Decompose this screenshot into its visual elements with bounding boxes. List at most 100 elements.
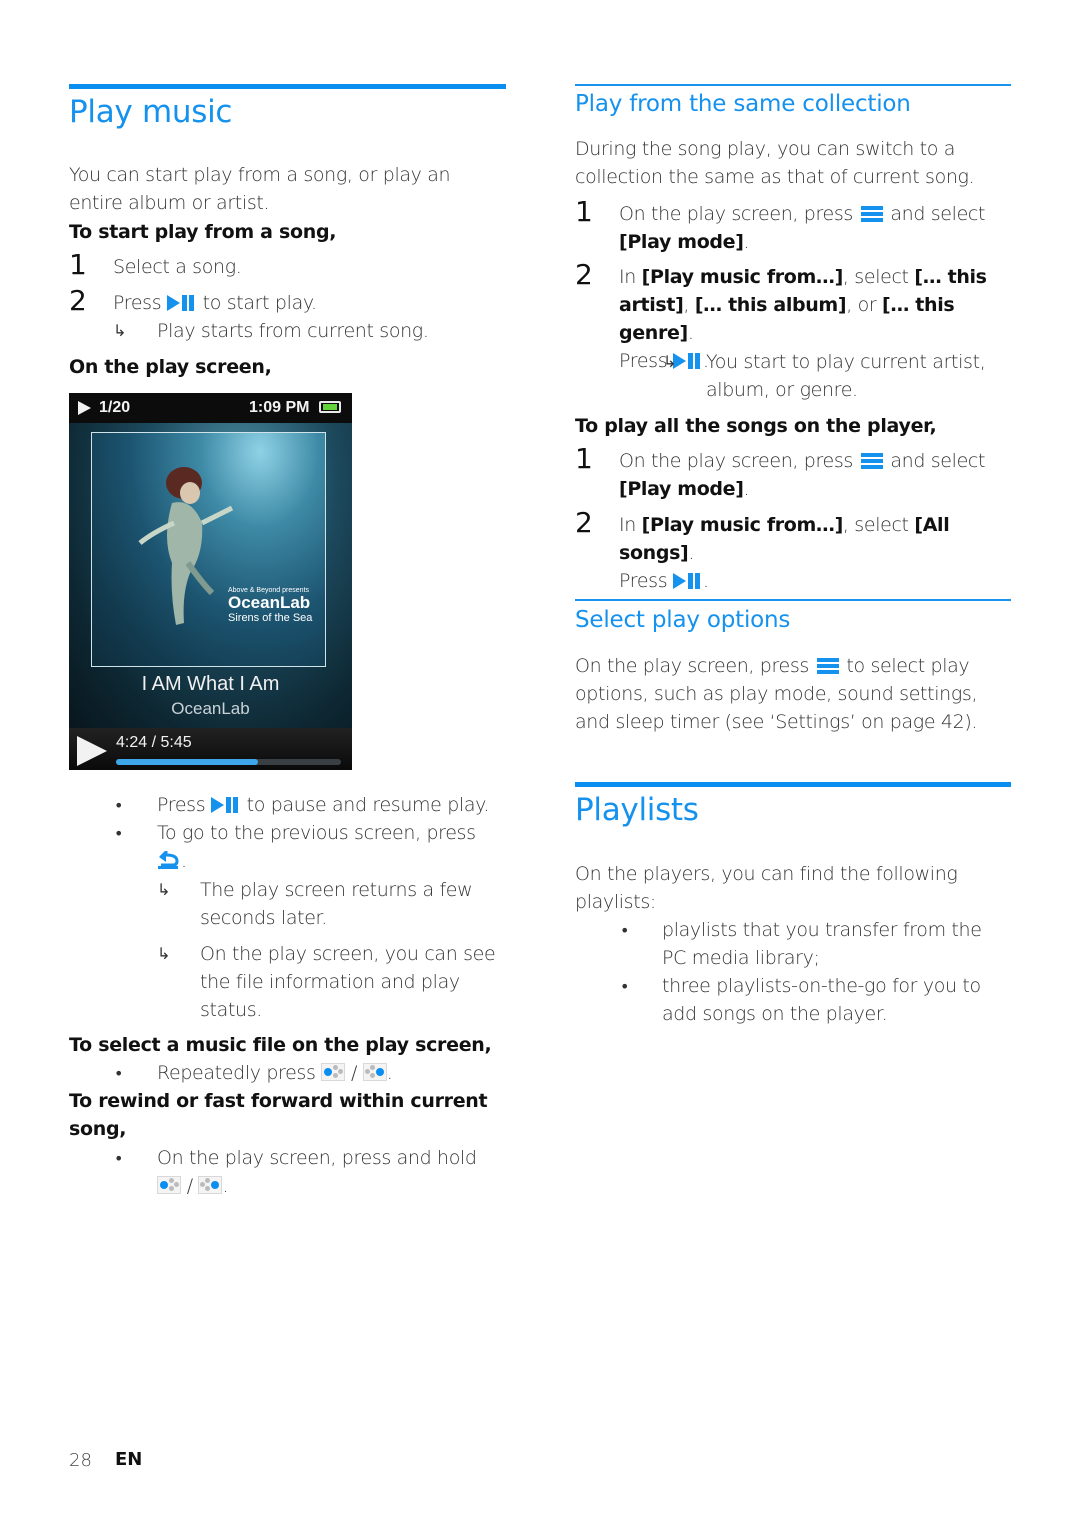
play-pause-icon — [672, 572, 703, 589]
progress-bar — [116, 759, 341, 765]
menu-option-play-mode: [Play mode] — [619, 231, 744, 253]
bullet-icon: • — [620, 921, 630, 940]
bullet-text-before: Repeatedly press — [157, 1062, 316, 1084]
options-paragraph: On the play screen, press to select play… — [575, 652, 995, 736]
step-result: You start to play current artist, album,… — [706, 351, 986, 401]
menu-option-play-mode: [Play mode] — [619, 478, 744, 500]
play-pause-icon — [210, 796, 241, 813]
punct: . — [743, 231, 750, 253]
bullet-icon: • — [114, 1064, 124, 1083]
step-text: On the play screen, press and select [Pl… — [619, 200, 1011, 256]
bullet-icon: • — [114, 824, 124, 843]
start-play-heading: To start play from a song, — [69, 221, 337, 243]
step-text: Press to start play. — [113, 289, 317, 317]
step-number: 2 — [575, 506, 593, 539]
language-code: EN — [115, 1449, 143, 1470]
result-arrow-icon: ↳ — [663, 352, 677, 371]
step-text-after: to start play. — [202, 292, 317, 314]
bullet-icons-line: / . — [157, 1172, 229, 1200]
album-art: Above & Beyond presents OceanLab Sirens … — [91, 432, 326, 667]
text: Press — [619, 350, 668, 372]
section-rule — [575, 84, 1011, 86]
bullet-icon: • — [114, 1149, 124, 1168]
next-icon — [198, 1176, 223, 1194]
previous-icon — [321, 1063, 346, 1081]
device-playback-bar: 4:24 / 5:45 — [69, 728, 352, 770]
bullet-text-end: . — [222, 1175, 229, 1197]
bullet-result: The play screen returns a few seconds la… — [200, 879, 473, 929]
play-screen-image: 1/20 1:09 PM Above & Beyond presents Oce… — [69, 393, 352, 770]
punct: . — [687, 322, 694, 344]
play-icon — [77, 736, 107, 766]
elapsed-total-time: 4:24 / 5:45 — [116, 734, 192, 751]
menu-option-play-music-from: [Play music from…] — [641, 514, 844, 536]
album-artist: OceanLab — [228, 593, 311, 612]
bullet-text-after: to pause and resume play. — [246, 794, 490, 816]
now-playing-artist: OceanLab — [171, 699, 250, 718]
progress-fill — [116, 759, 258, 765]
step-text-before: On the play screen, press — [619, 450, 853, 472]
bullet-text: On the play screen, press and hold — [157, 1147, 477, 1169]
device-status-bar: 1/20 1:09 PM — [69, 393, 352, 423]
separator: / — [186, 1175, 193, 1197]
result-arrow-icon: ↳ — [157, 880, 171, 899]
bullet-text-end: . — [386, 1062, 393, 1084]
text: , or — [846, 294, 877, 316]
result-arrow-icon: ↳ — [157, 944, 171, 963]
text: Press — [619, 570, 668, 592]
playing-indicator-icon — [78, 401, 91, 415]
section-title-playlists: Playlists — [575, 792, 699, 828]
step-number: 2 — [69, 284, 87, 317]
text: , select — [842, 266, 909, 288]
separator: / — [350, 1062, 358, 1084]
playlist-item: three playlists-on-the-go for you to add… — [662, 975, 981, 1025]
menu-icon — [816, 657, 839, 674]
play-pause-icon — [672, 352, 703, 369]
step-text: Select a song. — [113, 256, 242, 278]
rewind-heading: To rewind or fast forward within current… — [69, 1090, 488, 1140]
intro-paragraph: You can start play from a song, or play … — [69, 164, 451, 214]
section-rule — [575, 782, 1011, 787]
step-result: Play starts from current song. — [157, 320, 429, 342]
text: , select — [842, 514, 909, 536]
menu-icon — [860, 205, 883, 222]
track-counter: 1/20 — [99, 399, 131, 416]
page-number: 28 — [69, 1450, 92, 1471]
text: In — [619, 514, 636, 536]
bullet-icon: • — [114, 796, 124, 815]
text: On the play screen, press — [575, 655, 809, 677]
previous-icon — [157, 1176, 181, 1194]
bullet-icon: • — [620, 977, 630, 996]
now-playing-title: I AM What I Am — [141, 673, 280, 695]
collection-intro: During the song play, you can switch to … — [575, 138, 975, 188]
step-number: 1 — [575, 195, 593, 228]
menu-option-play-music-from: [Play music from…] — [641, 266, 844, 288]
album-art-swimmer — [138, 467, 234, 625]
step-number: 1 — [575, 442, 593, 475]
device-clock: 1:09 PM — [249, 399, 310, 416]
bullet-back-line: . — [157, 847, 187, 875]
bullet-text-before: Press — [157, 794, 206, 816]
punct: . — [688, 542, 695, 564]
bullet-result: On the play screen, you can see the file… — [200, 943, 496, 1021]
punct: . — [702, 570, 709, 592]
step-text-after: and select — [890, 450, 986, 472]
back-icon — [157, 851, 181, 869]
step-text-before: Press — [113, 292, 162, 314]
play-screen-heading: On the play screen, — [69, 356, 272, 378]
section-rule — [69, 84, 506, 89]
section-rule — [575, 599, 1011, 601]
bullet-text: To go to the previous screen, press — [157, 822, 476, 844]
next-icon — [362, 1063, 387, 1081]
step-text: On the play screen, press and select [Pl… — [619, 447, 1011, 503]
step-text-after: and select — [890, 203, 986, 225]
text: In — [619, 266, 636, 288]
all-songs-heading: To play all the songs on the player, — [575, 415, 937, 437]
option-this-album: [… this album] — [694, 294, 847, 316]
select-file-heading: To select a music file on the play scree… — [69, 1034, 492, 1056]
album-name: Sirens of the Sea — [228, 612, 313, 624]
menu-icon — [860, 452, 883, 469]
playlist-item: playlists that you transfer from the PC … — [662, 919, 982, 969]
playlists-intro: On the players, you can find the followi… — [575, 863, 958, 913]
bullet-text: Press to pause and resume play. — [157, 791, 489, 819]
